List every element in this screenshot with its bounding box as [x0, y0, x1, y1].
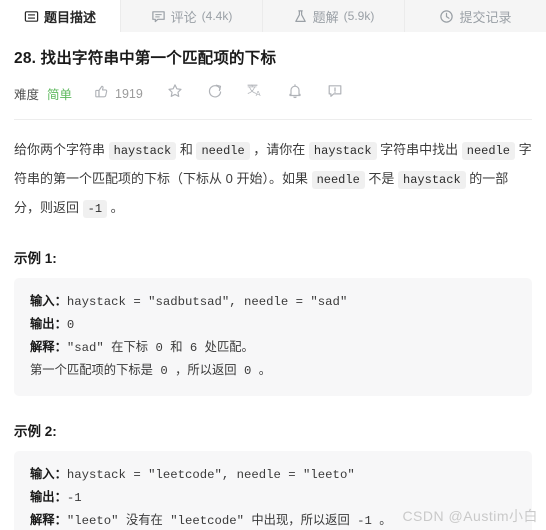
- code-minus-one: -1: [82, 199, 108, 218]
- title-section: 28. 找出字符串中第一个匹配项的下标: [0, 32, 546, 70]
- favorite-button[interactable]: [167, 83, 183, 104]
- code-haystack-2: haystack: [308, 141, 377, 160]
- tab-solutions[interactable]: 题解 (5.9k): [262, 0, 404, 32]
- desc-text-4: 字符串中找出: [376, 141, 462, 157]
- thumbs-up-icon: [94, 84, 109, 104]
- problem-page: 题目描述 评论 (4.4k) 题解 (5.9k) 提交记录 28. 找出字符串中…: [0, 0, 546, 530]
- tab-label: 提交记录: [459, 9, 512, 25]
- like-button[interactable]: 1919: [94, 84, 143, 104]
- explain-value: "leeto" 没有在 "leetcode" 中出现，所以返回 -1 。: [66, 513, 392, 528]
- tab-label: 题目描述: [43, 9, 96, 25]
- flask-icon: [293, 9, 308, 24]
- report-button[interactable]: [327, 83, 343, 104]
- code-haystack-3: haystack: [398, 170, 466, 189]
- output-value: -1: [66, 490, 82, 505]
- page-title: 28. 找出字符串中第一个匹配项的下标: [14, 50, 277, 67]
- desc-text-3: ，请你在: [249, 141, 309, 157]
- explain-value: "sad" 在下标 0 和 6 处匹配。 第一个匹配项的下标是 0 ，所以返回 …: [30, 340, 272, 378]
- like-count: 1919: [115, 86, 143, 101]
- meta-row: 难度 简单 1919 文 A: [0, 70, 546, 108]
- clock-icon: [439, 9, 454, 24]
- input-value: haystack = "leetcode", needle = "leeto": [66, 467, 355, 482]
- bell-icon: [287, 83, 303, 104]
- desc-text-6: 不是: [364, 170, 399, 186]
- code-needle-3: needle: [311, 170, 365, 189]
- notification-button[interactable]: [287, 83, 303, 104]
- share-refresh-icon: [207, 83, 223, 104]
- report-icon: [327, 83, 343, 104]
- problem-description: 给你两个字符串 haystack 和 needle ，请你在 haystack …: [0, 120, 546, 223]
- star-icon: [167, 83, 183, 104]
- output-label: 输出：: [30, 317, 67, 332]
- example-1-heading: 示例 1:: [14, 250, 57, 266]
- code-haystack-1: haystack: [108, 141, 177, 160]
- tab-count: (4.4k): [201, 9, 233, 23]
- code-needle-1: needle: [196, 141, 250, 160]
- tab-comments[interactable]: 评论 (4.4k): [120, 0, 262, 32]
- desc-text-8: 。: [107, 199, 124, 215]
- difficulty-badge[interactable]: 简单: [47, 84, 72, 103]
- comment-bubble-icon: [151, 9, 166, 24]
- share-button[interactable]: [207, 83, 223, 104]
- translate-icon: 文 A: [247, 83, 263, 104]
- example-1-block: 输入：haystack = "sadbutsad", needle = "sad…: [14, 277, 532, 396]
- input-label: 输入：: [30, 294, 67, 309]
- code-needle-2: needle: [461, 141, 515, 160]
- tab-description[interactable]: 题目描述: [0, 0, 120, 32]
- tab-bar: 题目描述 评论 (4.4k) 题解 (5.9k) 提交记录: [0, 0, 546, 32]
- desc-text-2: 和: [176, 141, 197, 157]
- tab-submissions[interactable]: 提交记录: [404, 0, 546, 32]
- example-2-heading: 示例 2:: [14, 423, 57, 439]
- output-value: 0: [66, 317, 75, 332]
- svg-text:A: A: [255, 89, 260, 98]
- explain-label: 解释：: [30, 340, 67, 355]
- tab-count: (5.9k): [343, 9, 375, 23]
- tab-label: 题解: [312, 9, 339, 25]
- input-value: haystack = "sadbutsad", needle = "sad": [66, 294, 348, 309]
- output-label: 输出：: [30, 490, 67, 505]
- desc-text-1: 给你两个字符串: [14, 141, 109, 157]
- example-2-block: 输入：haystack = "leetcode", needle = "leet…: [14, 450, 532, 530]
- difficulty-label: 难度: [14, 88, 40, 103]
- input-label: 输入：: [30, 467, 67, 482]
- explain-label: 解释：: [30, 513, 67, 528]
- description-icon: [24, 9, 39, 24]
- translate-button[interactable]: 文 A: [247, 83, 263, 104]
- tab-label: 评论: [170, 9, 197, 25]
